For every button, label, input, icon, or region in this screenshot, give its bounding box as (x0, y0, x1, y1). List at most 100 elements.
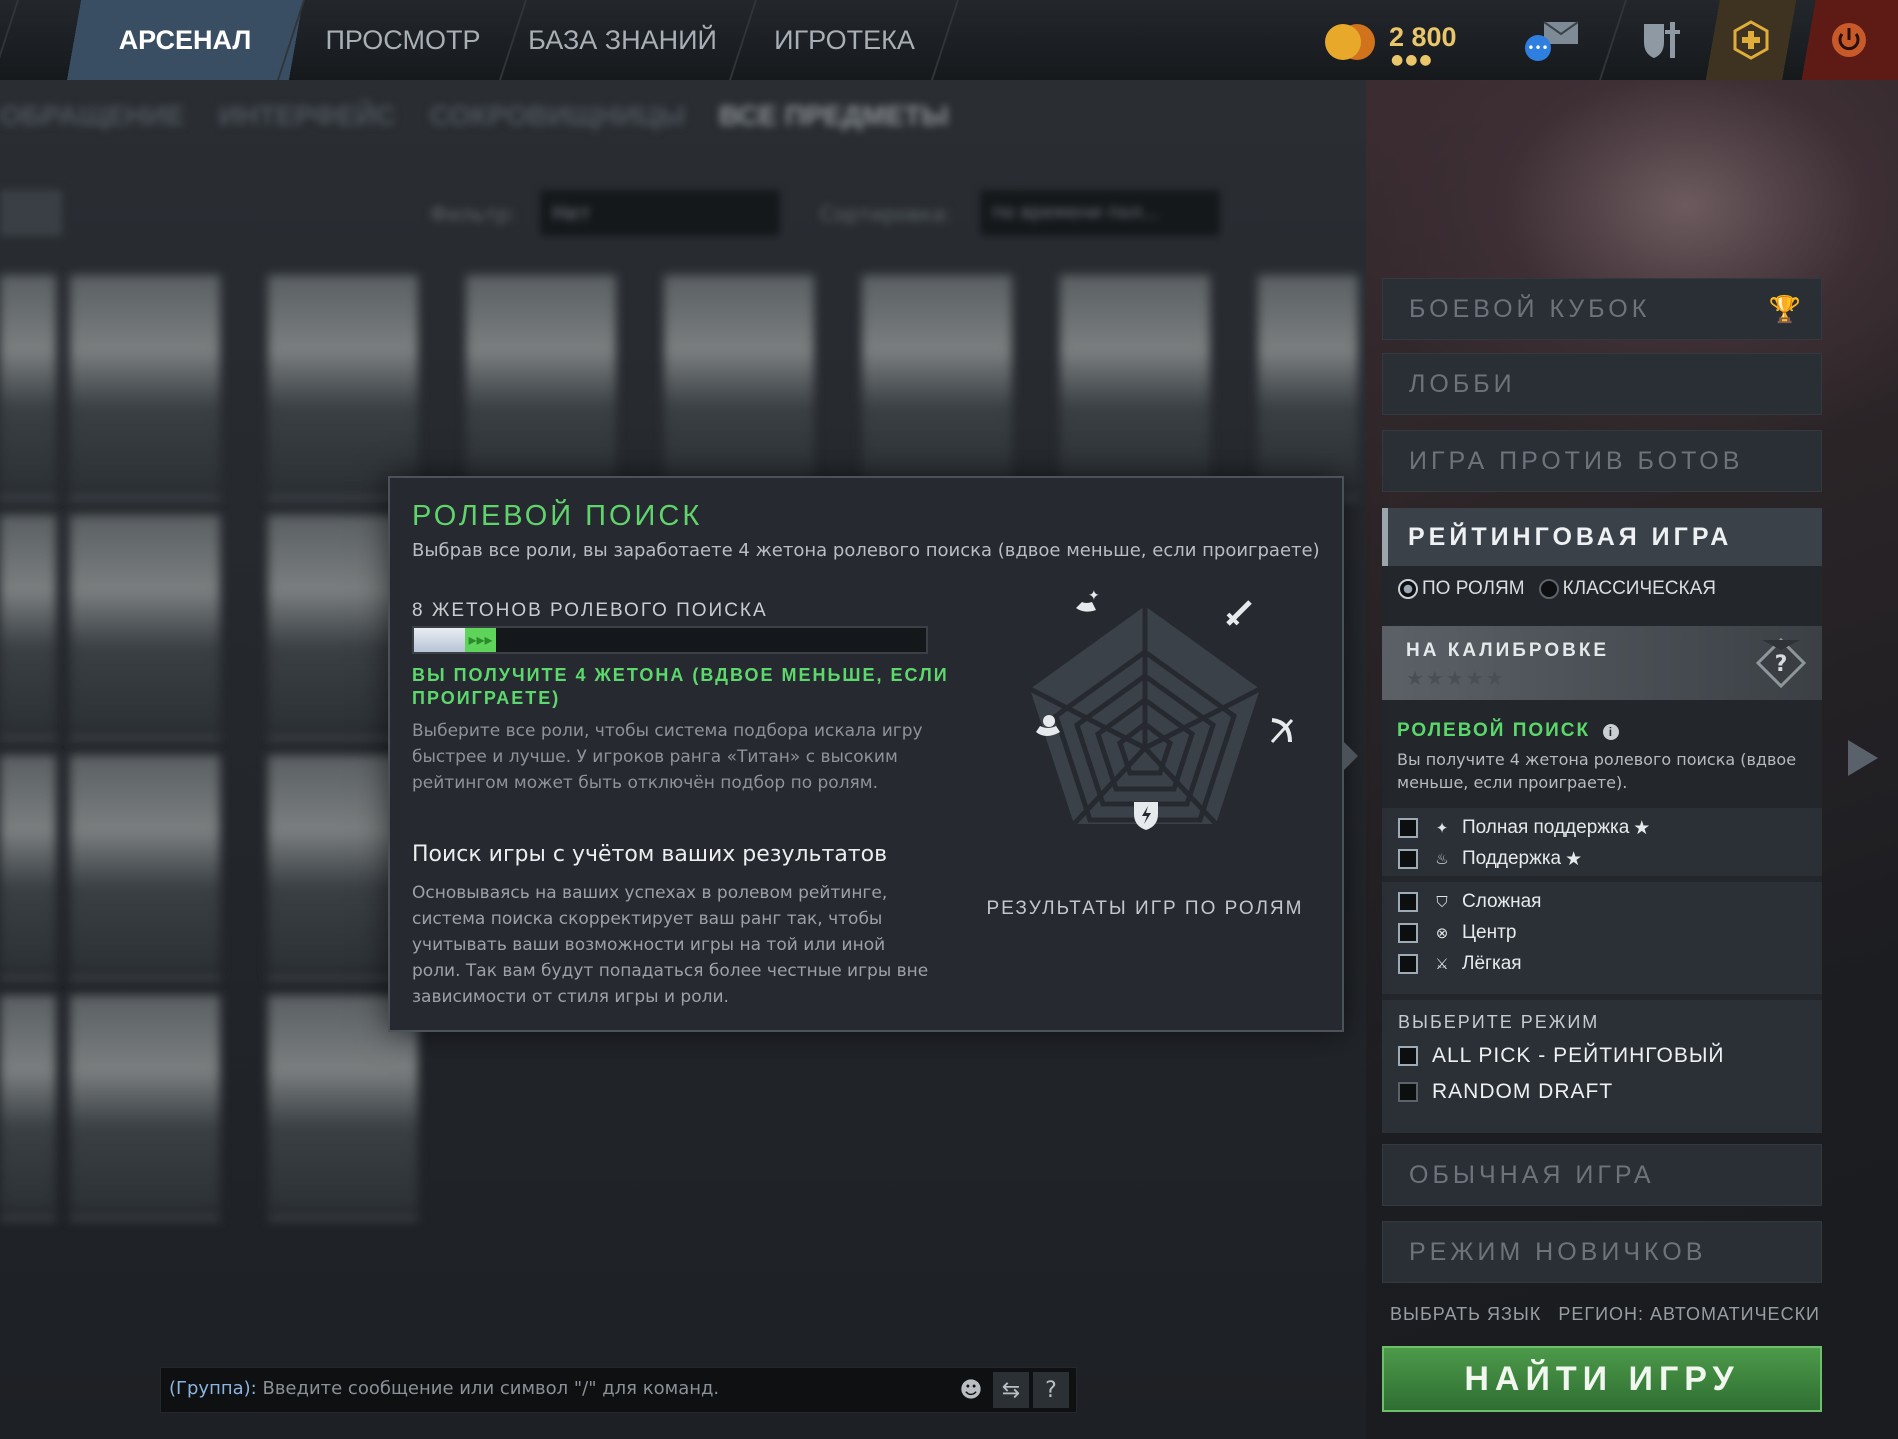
currency-dots: ●●● (1391, 52, 1434, 68)
radio-button-selected[interactable] (1398, 578, 1418, 599)
radio-classic[interactable]: КЛАССИЧЕСКАЯ (1538, 578, 1716, 600)
choose-language-link[interactable]: ВЫБРАТЬ ЯЗЫК (1390, 1304, 1541, 1325)
role-checkbox[interactable] (1398, 849, 1418, 869)
breadcrumb-item[interactable]: ИНТЕРФЕЙС (218, 100, 395, 131)
currency-amount: 2 800 (1389, 22, 1457, 52)
item-tile[interactable] (70, 995, 220, 1220)
tooltip-body: Основываясь на ваших успехах в ролевом р… (412, 883, 929, 1007)
tab-knowledge-base[interactable]: БАЗА ЗНАНИЙ (520, 0, 725, 80)
shield-sword-icon[interactable] (1622, 0, 1698, 80)
breadcrumb-current: ВСЕ ПРЕДМЕТЫ (718, 100, 949, 131)
breadcrumb-item[interactable]: СОКРОВИЩНИЦЫ (430, 100, 686, 131)
power-icon[interactable] (1800, 0, 1898, 80)
carry-sword-icon (1226, 600, 1252, 626)
tooltip-heading: Поиск игры с учётом ваших результатов (412, 842, 888, 867)
chat-input-bar[interactable]: (Группа): Введите сообщение или символ "… (160, 1367, 1077, 1413)
ranked-game-button[interactable]: РЕЙТИНГОВАЯ ИГРА (1382, 508, 1822, 566)
item-tile[interactable] (0, 995, 56, 1220)
item-tile[interactable] (0, 755, 56, 980)
role-label: Сложная (1462, 891, 1542, 912)
radio-by-roles-label: ПО РОЛЯМ (1422, 578, 1525, 599)
item-tile[interactable] (0, 275, 56, 500)
search-icon[interactable] (0, 190, 62, 236)
bots-button[interactable]: ИГРА ПРОТИВ БОТОВ (1382, 430, 1822, 492)
calibration-stars: ★★★★★ (1406, 666, 1506, 690)
plus-shop-icon[interactable] (1705, 0, 1797, 80)
role-search-tooltip: РОЛЕВОЙ ПОИСК Выбрав все роли, вы зарабо… (388, 476, 1358, 1032)
role-label: Центр (1462, 922, 1517, 943)
role-checkbox[interactable] (1398, 923, 1418, 943)
currency-display[interactable]: 2 800 ●●● (1325, 14, 1485, 68)
trophy-icon: 🏆 (1768, 293, 1805, 324)
tokens-progress-fill (414, 628, 465, 652)
expand-panel-arrow-icon[interactable] (1848, 740, 1878, 776)
share-icon[interactable]: ⇆ (993, 1372, 1029, 1408)
tokens-gain-text: ВЫ ПОЛУЧИТЕ 4 ЖЕТОНА (ВДВОЕ МЕНЬШЕ, ЕСЛИ… (412, 665, 949, 708)
radar-label: РЕЗУЛЬТАТЫ ИГР ПО РОЛЯМ (986, 898, 1304, 919)
region-link[interactable]: РЕГИОН: АВТОМАТИЧЕСКИ (1558, 1304, 1820, 1325)
tooltip-hint: Выберите все роли, чтобы система подбора… (412, 721, 923, 793)
mode-checkbox[interactable] (1398, 1046, 1418, 1066)
filter-dropdown[interactable]: Нет (540, 190, 780, 236)
item-tile[interactable] (268, 275, 418, 500)
hard-support-icon: ✦ (1076, 588, 1100, 612)
role-search-title: РОЛЕВОЙ ПОИСК i (1397, 720, 1620, 742)
battle-cup-button[interactable]: БОЕВОЙ КУБОК 🏆 (1382, 278, 1822, 340)
item-tile[interactable] (0, 515, 56, 740)
calibration-title: НА КАЛИБРОВКЕ (1406, 640, 1610, 661)
battle-cup-label: БОЕВОЙ КУБОК (1409, 294, 1651, 323)
mail-chat-icon[interactable]: ••• (1512, 0, 1592, 80)
mode-option-random-draft[interactable]: RANDOM DRAFT (1398, 1080, 1613, 1104)
role-offlane[interactable]: ⛉ Сложная (1398, 889, 1541, 915)
mode-checkbox[interactable] (1398, 1082, 1418, 1102)
top-navigation-bar: АРСЕНАЛ ПРОСМОТР БАЗА ЗНАНИЙ ИГРОТЕКА 2 … (0, 0, 1898, 81)
chat-placeholder: Введите сообщение или символ "/" для ком… (262, 1378, 720, 1399)
tab-arcade[interactable]: ИГРОТЕКА (752, 0, 937, 80)
normal-game-button[interactable]: ОБЫЧНАЯ ИГРА (1382, 1144, 1822, 1206)
role-support[interactable]: ♨ Поддержка ★ (1398, 846, 1582, 872)
item-tile[interactable] (70, 275, 220, 500)
item-tile[interactable] (70, 515, 220, 740)
select-mode-panel: ВЫБЕРИТЕ РЕЖИМ ALL PICK - РЕЙТИНГОВЫЙ RA… (1382, 1000, 1822, 1133)
role-checkbox[interactable] (1398, 954, 1418, 974)
chat-input[interactable]: (Группа): Введите сообщение или символ "… (169, 1378, 719, 1399)
newbie-mode-button[interactable]: РЕЖИМ НОВИЧКОВ (1382, 1221, 1822, 1283)
shards-coin-icon (1325, 24, 1361, 60)
role-performance-radar: ✦ (1028, 588, 1294, 830)
find-match-button[interactable]: НАЙТИ ИГРУ (1382, 1346, 1822, 1412)
mode-option-all-pick[interactable]: ALL PICK - РЕЙТИНГОВЫЙ (1398, 1044, 1725, 1068)
item-tile[interactable] (862, 275, 1012, 500)
uncalibrated-rank-badge-icon: ? (1754, 636, 1808, 690)
svg-text:•••: ••• (1527, 41, 1548, 55)
role-carry[interactable]: ⚔ Лёгкая (1398, 951, 1522, 977)
hard-support-icon: ✦ (1435, 820, 1449, 837)
tokens-label: 8 ЖЕТОНОВ РОЛЕВОГО ПОИСКА (412, 600, 768, 621)
role-checkbox[interactable] (1398, 818, 1418, 838)
star-icon: ★ (1565, 848, 1583, 870)
radio-by-roles[interactable]: ПО РОЛЯМ (1398, 578, 1525, 600)
lobby-button[interactable]: ЛОББИ (1382, 353, 1822, 415)
item-tile[interactable] (70, 755, 220, 980)
select-mode-title: ВЫБЕРИТЕ РЕЖИМ (1398, 1012, 1600, 1032)
svg-text:?: ? (1775, 652, 1788, 677)
item-tile[interactable] (664, 275, 814, 500)
role-label: Лёгкая (1462, 953, 1522, 974)
item-tile[interactable] (466, 275, 616, 500)
item-tile[interactable] (1258, 275, 1358, 500)
help-icon[interactable]: ? (1033, 1372, 1069, 1408)
item-tile[interactable] (1060, 275, 1210, 500)
tab-arsenal[interactable]: АРСЕНАЛ (60, 0, 310, 80)
tab-watch[interactable]: ПРОСМОТР (312, 0, 494, 80)
sort-dropdown[interactable]: по времени пол... (980, 190, 1220, 236)
emoji-icon[interactable]: ☻ (953, 1372, 989, 1408)
radio-classic-label: КЛАССИЧЕСКАЯ (1562, 578, 1716, 599)
role-hard-support[interactable]: ✦ Полная поддержка ★ (1398, 815, 1650, 841)
role-checkbox[interactable] (1398, 892, 1418, 912)
mode-option-label: RANDOM DRAFT (1432, 1080, 1614, 1103)
role-mid[interactable]: ⊗ Центр (1398, 920, 1516, 946)
breadcrumb-item[interactable]: ОБРАЩЕНИЕ (0, 100, 185, 131)
radio-button[interactable] (1538, 578, 1559, 599)
matchmaking-type-radio-group: ПО РОЛЯМ КЛАССИЧЕСКАЯ (1398, 578, 1716, 600)
play-footer-links: ВЫБРАТЬ ЯЗЫК РЕГИОН: АВТОМАТИЧЕСКИ (1390, 1304, 1820, 1325)
info-icon[interactable]: i (1603, 724, 1620, 740)
